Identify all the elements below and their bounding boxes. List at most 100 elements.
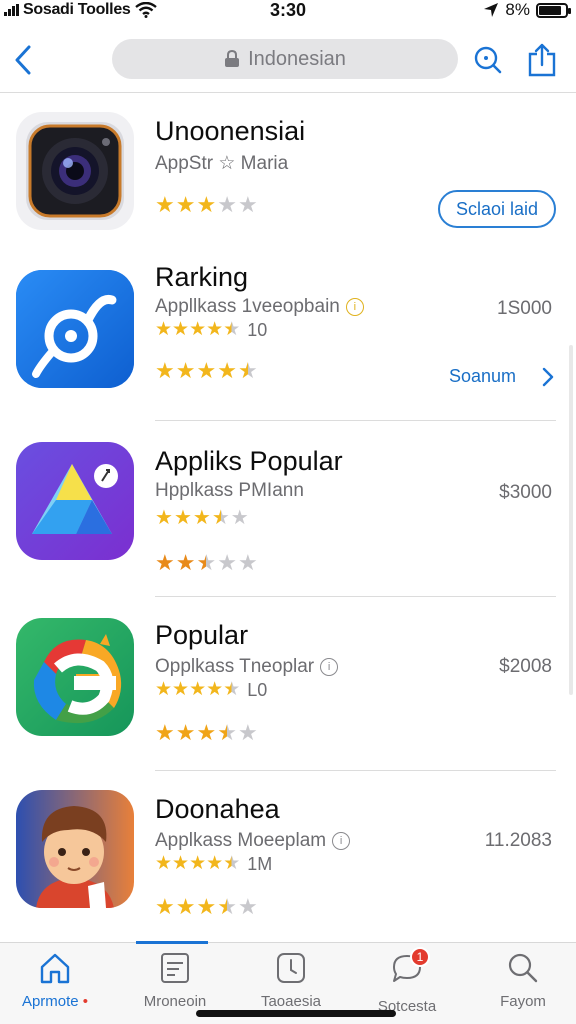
info-icon: i	[320, 658, 339, 676]
star-icon: ★	[189, 853, 207, 874]
app-subtitle-text: Appllkass 1veeopbain	[155, 296, 340, 317]
search-icon	[474, 46, 502, 74]
star-icon: ★	[211, 507, 230, 529]
tab-messages[interactable]: 1 Sotcesta	[352, 947, 462, 1015]
star-icon: ★	[175, 894, 196, 919]
star-icon: ★	[237, 192, 258, 217]
star-icon: ★	[189, 319, 207, 340]
star-row: ★★★★★	[155, 680, 240, 699]
app-list-item[interactable]: Rarking Appllkass 1veeopbain i ★★★★★ 10 …	[0, 258, 576, 430]
app-name: Popular	[155, 620, 249, 650]
battery-fill	[539, 5, 562, 15]
star-icon: ★	[230, 507, 249, 529]
star-icon: ★	[189, 679, 207, 700]
star-icon: ★	[155, 550, 175, 575]
star-rating-small: ★★★★★ L0	[155, 680, 267, 699]
star-icon: ★	[223, 853, 241, 874]
tab-explore[interactable]: Fayom	[468, 951, 576, 1010]
star-icon: ★	[172, 319, 190, 340]
star-rating-small: ★ ★ ★ ★ ★	[155, 508, 249, 528]
app-list-item[interactable]: Appliks Popular Hpplkass PMIann ★ ★ ★ ★ ★ ★ ★…	[0, 432, 576, 604]
star-icon: ★	[206, 319, 224, 340]
tab-updates[interactable]: Taoaesia	[236, 951, 346, 1010]
nav-bar: Indonesian	[0, 30, 576, 90]
search-icon	[508, 953, 538, 983]
star-icon: ★	[175, 192, 196, 217]
star-icon: ★	[196, 550, 217, 575]
app-name: Appliks Popular	[155, 446, 343, 476]
battery-percent: 8%	[505, 0, 530, 19]
app-list-item[interactable]: Popular Opplkass Tneoplar i ★★★★★ L0 ★ ★ ★…	[0, 606, 576, 778]
star-rating: ★ ★ ★ ★ ★	[155, 552, 258, 574]
star-rating: ★ ★ ★ ★ ★	[155, 194, 258, 216]
star-icon: ★	[237, 550, 258, 575]
star-icon: ★	[223, 679, 241, 700]
app-price: 11.2083	[484, 830, 552, 851]
tab-label: Fayom	[500, 993, 546, 1010]
info-icon: i	[332, 832, 351, 850]
star-icon: ★	[175, 358, 196, 383]
g-app-icon	[16, 618, 134, 736]
star-icon: ★	[172, 853, 190, 874]
star-icon: ★	[217, 550, 237, 575]
app-price: $2008	[499, 656, 552, 677]
tab-active-indicator	[136, 941, 208, 944]
star-icon: ★	[196, 192, 217, 217]
star-rating: ★ ★ ★ ★ ★	[155, 360, 258, 382]
app-subtitle: Appllkass 1veeopbain i	[155, 296, 364, 318]
battery-icon	[536, 2, 571, 18]
location-arrow-icon	[484, 3, 499, 17]
tab-label: Aprmote •	[22, 993, 88, 1010]
star-icon: ★	[217, 894, 237, 919]
tab-today[interactable]: Mroneoin	[120, 951, 230, 1010]
app-subtitle-text: Opplkass Tneoplar	[155, 656, 315, 677]
share-button[interactable]	[522, 40, 562, 80]
back-button[interactable]	[8, 40, 38, 80]
search-placeholder: Indonesian	[248, 47, 346, 70]
app-name: Doonahea	[155, 794, 280, 824]
camera-app-icon	[16, 112, 134, 230]
star-icon: ★	[196, 358, 217, 383]
star-icon: ★	[217, 720, 237, 745]
app-name: Rarking	[155, 262, 249, 292]
star-icon: ★	[217, 192, 237, 217]
star-icon: ★	[175, 550, 196, 575]
get-button[interactable]: Sclaoi laid	[437, 190, 556, 228]
search-button[interactable]	[468, 40, 508, 80]
nav-divider	[0, 92, 576, 93]
tab-home[interactable]: Aprmote •	[0, 951, 110, 1010]
home-indicator[interactable]	[196, 1010, 396, 1017]
star-icon: ★	[196, 720, 217, 745]
star-icon: ★	[237, 720, 258, 745]
info-icon: i	[345, 298, 364, 316]
messages-icon-wrap: 1	[390, 947, 430, 990]
music-app-icon	[16, 270, 134, 388]
search-field[interactable]: Indonesian	[112, 39, 458, 79]
home-icon	[40, 953, 70, 984]
tab-label: Mroneoin	[143, 993, 207, 1010]
star-icon: ★	[155, 358, 175, 383]
rating-count: L0	[247, 679, 268, 700]
document-icon	[161, 953, 189, 983]
app-subtitle-text: Applkass Moeeplam	[155, 830, 327, 851]
row-divider	[155, 770, 556, 771]
see-more-link[interactable]: Soanum	[449, 366, 554, 387]
star-icon: ★	[155, 319, 173, 340]
tab-label: Taoaesia	[260, 993, 322, 1010]
app-list-item[interactable]: Unoonensiai AppStr ☆ Maria ★ ★ ★ ★ ★ Sclaoi …	[0, 100, 576, 272]
app-subtitle: Opplkass Tneoplar i	[155, 656, 339, 678]
star-row: ★★★★★	[155, 320, 240, 339]
scrollbar[interactable]	[569, 345, 573, 695]
app-name: Unoonensiai	[155, 116, 306, 146]
star-rating-small: ★★★★★ 1M	[155, 854, 272, 873]
app-list-item[interactable]: Doonahea Applkass Moeeplam i ★★★★★ 1M ★ ★…	[0, 780, 576, 952]
tab-dot: •	[78, 993, 89, 1010]
star-icon: ★	[172, 679, 190, 700]
star-icon: ★	[192, 507, 211, 529]
app-price: $3000	[499, 482, 552, 503]
tab-label-text: Aprmote	[21, 993, 79, 1010]
star-icon: ★	[237, 358, 258, 383]
star-icon: ★	[155, 192, 175, 217]
app-subtitle-text: AppStr ☆ Maria	[155, 153, 289, 174]
notification-badge: 1	[410, 947, 430, 967]
